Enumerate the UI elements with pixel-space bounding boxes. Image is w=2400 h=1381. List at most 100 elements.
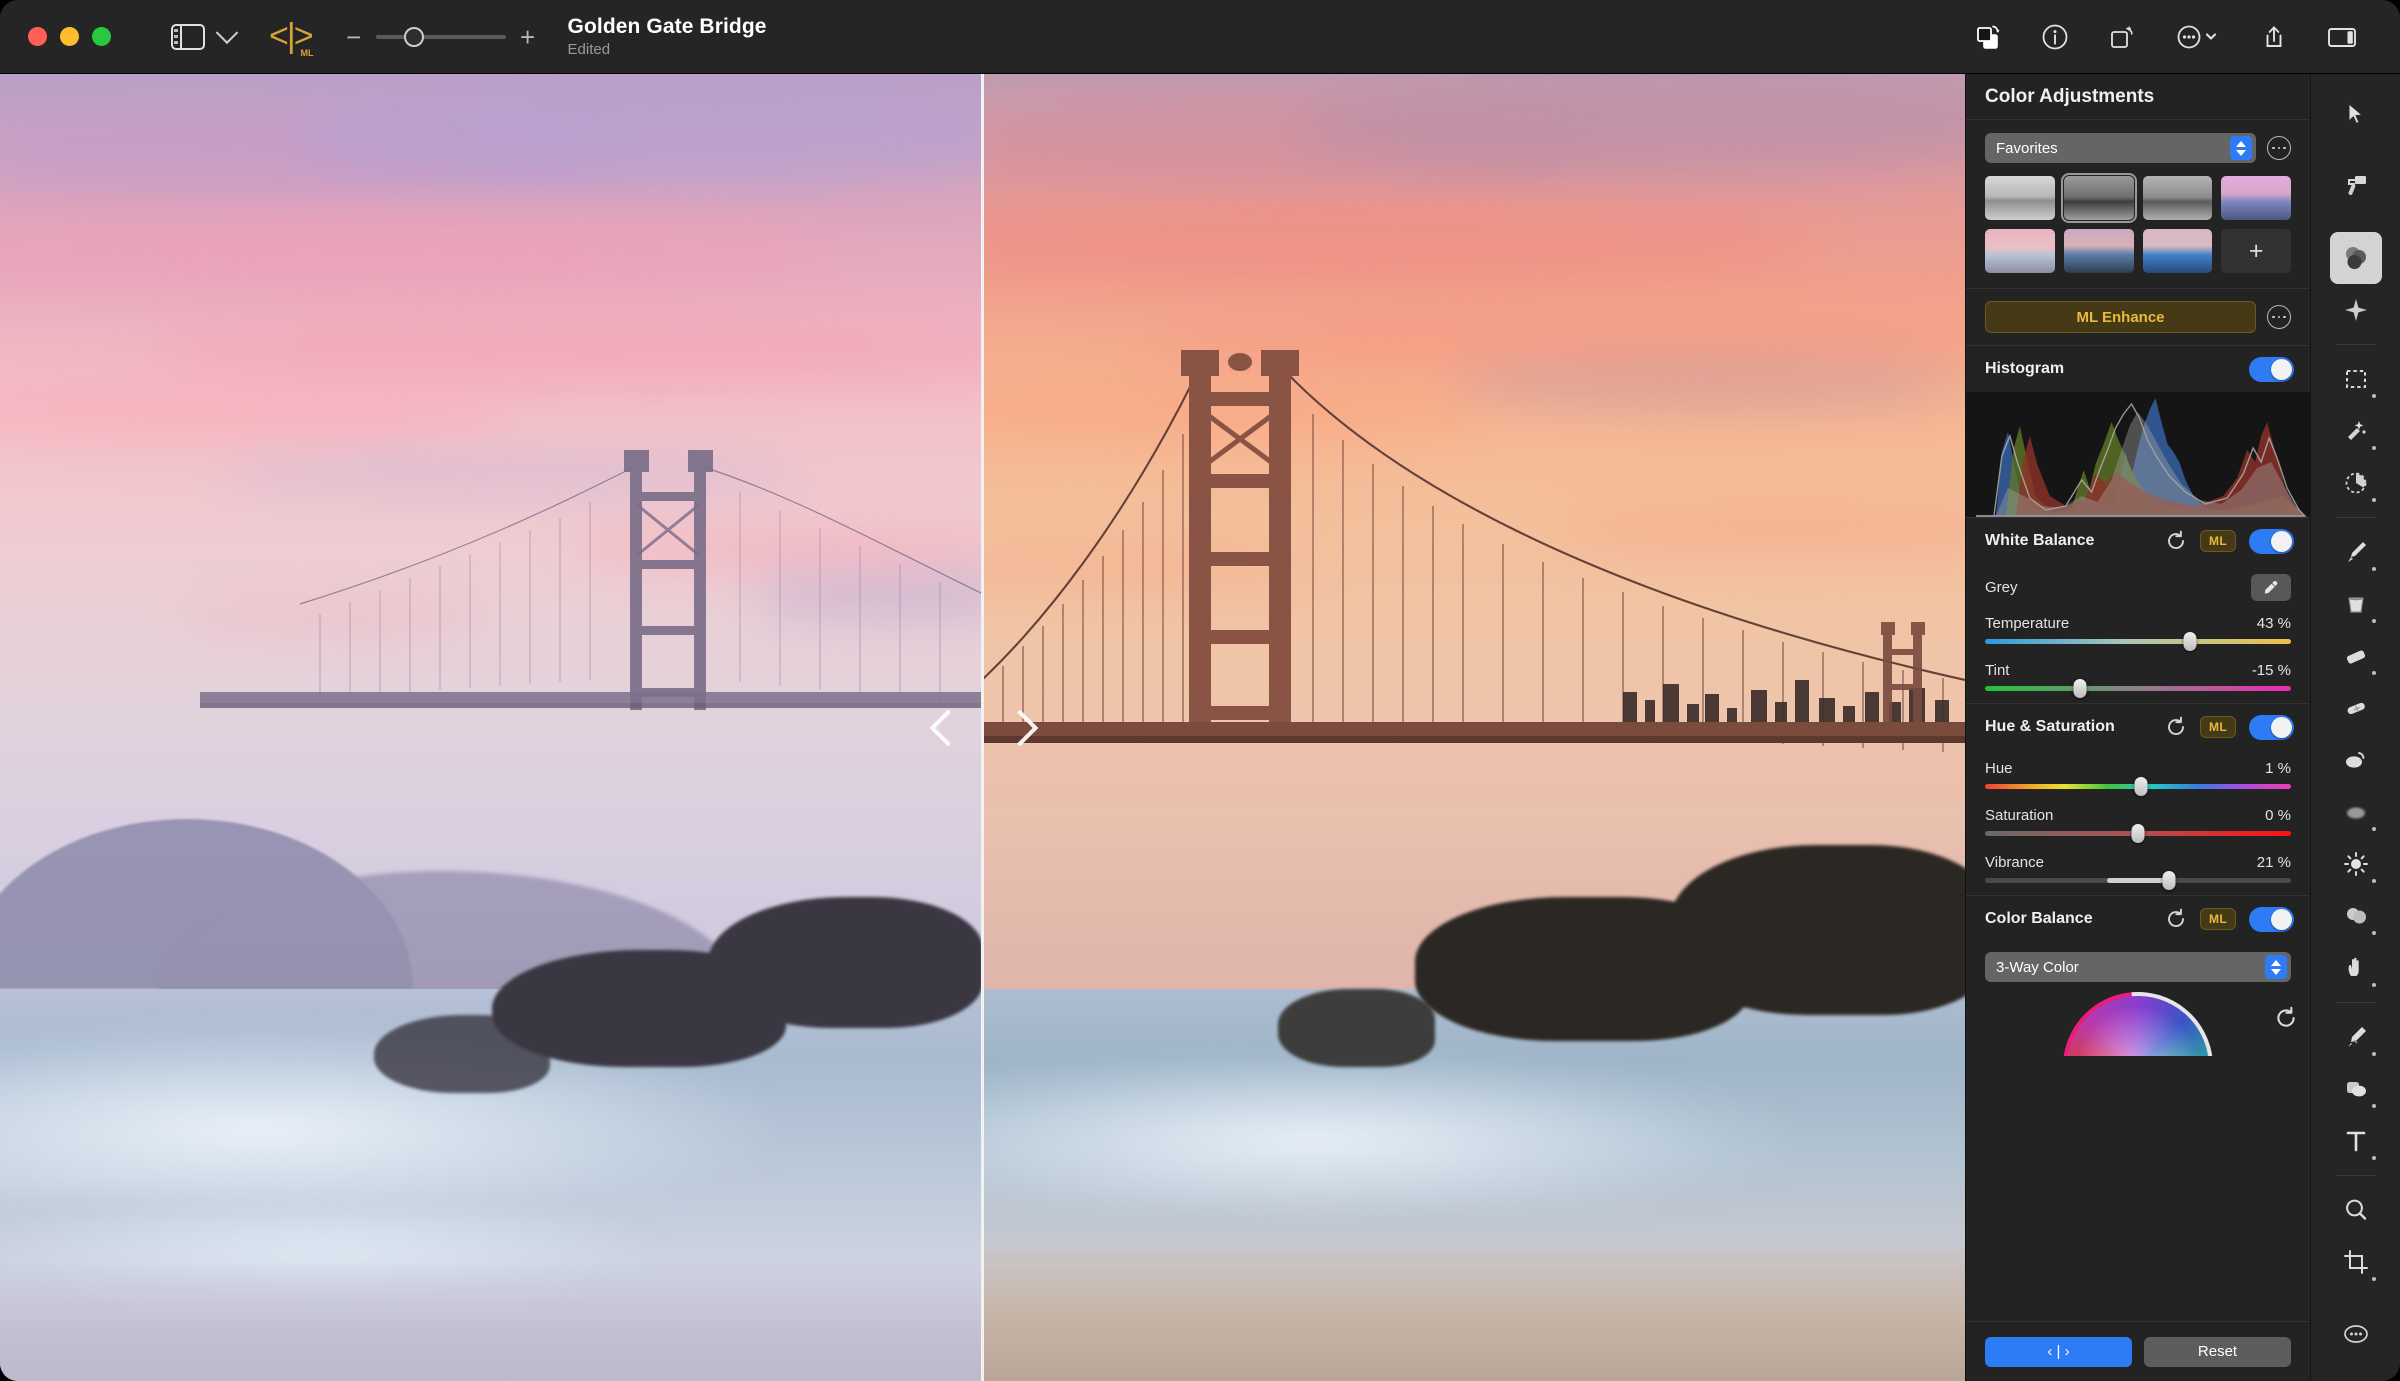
add-preset-button[interactable]: + (2221, 229, 2291, 273)
eyedropper-icon[interactable] (2251, 574, 2291, 601)
paint-bucket-tool[interactable] (2330, 578, 2382, 630)
clone-stamp-tool[interactable] (2330, 734, 2382, 786)
tool-submenu-badge[interactable] (2372, 827, 2376, 831)
chevron-down-icon[interactable] (216, 21, 239, 44)
preset-thumb-4[interactable] (2221, 176, 2291, 220)
tool-submenu-badge[interactable] (2372, 1156, 2376, 1160)
zoom-button[interactable] (92, 27, 111, 46)
magic-wand-tool[interactable] (2330, 457, 2382, 509)
warp-tool[interactable] (2330, 942, 2382, 994)
stepper-icon[interactable] (2230, 136, 2252, 160)
hue-saturation-toggle[interactable] (2249, 715, 2294, 740)
white-balance-toggle[interactable] (2249, 529, 2294, 554)
stepper-icon[interactable] (2265, 955, 2287, 979)
tool-submenu-badge[interactable] (2372, 446, 2376, 450)
white-balance-ml-button[interactable]: ML (2200, 530, 2236, 552)
tool-submenu-badge[interactable] (2372, 671, 2376, 675)
temperature-slider[interactable] (1985, 639, 2291, 644)
tint-slider-knob[interactable] (2073, 679, 2086, 698)
ml-brackets-icon[interactable]: <|>ML (269, 17, 312, 56)
color-balance-reset-icon[interactable] (2165, 908, 2187, 930)
repair-tool[interactable] (2330, 160, 2382, 212)
hue-saturation-ml-button[interactable]: ML (2200, 716, 2236, 738)
tool-submenu-badge[interactable] (2372, 567, 2376, 571)
zoom-out-button[interactable]: − (346, 24, 362, 50)
color-balance-mode-value: 3-Way Color (1996, 959, 2079, 976)
effects-tool[interactable] (2330, 284, 2382, 336)
tool-submenu-badge[interactable] (2372, 1277, 2376, 1281)
share-icon[interactable] (2259, 22, 2289, 52)
compare-button[interactable]: ‹ | › (1985, 1337, 2132, 1367)
close-button[interactable] (28, 27, 47, 46)
tool-submenu-badge[interactable] (2372, 619, 2376, 623)
sidebar-toggle-icon[interactable] (171, 24, 205, 50)
ml-enhance-button[interactable]: ML Enhance (1985, 301, 2256, 333)
arrow-select-tool[interactable] (2330, 88, 2382, 140)
hue-saturation-reset-icon[interactable] (2165, 716, 2187, 738)
vibrance-slider[interactable] (1985, 878, 2291, 883)
preset-thumb-6[interactable] (2064, 229, 2134, 273)
smudge-tool[interactable] (2330, 786, 2382, 838)
info-icon[interactable] (2040, 22, 2070, 52)
lighten-tool[interactable] (2330, 838, 2382, 890)
tool-submenu-badge[interactable] (2372, 931, 2376, 935)
saturation-slider[interactable] (1985, 831, 2291, 836)
zoom-tool[interactable] (2330, 1184, 2382, 1236)
tool-submenu-badge[interactable] (2372, 498, 2376, 502)
tool-submenu-badge[interactable] (2372, 1052, 2376, 1056)
tool-submenu-badge[interactable] (2372, 879, 2376, 883)
quick-selection-tool[interactable] (2330, 405, 2382, 457)
temperature-slider-knob[interactable] (2184, 632, 2197, 651)
tool-submenu-badge[interactable] (2372, 394, 2376, 398)
more-tools-icon[interactable] (2330, 1308, 2382, 1360)
color-adjustments-tool[interactable] (2330, 232, 2382, 284)
rotate-icon[interactable] (2107, 22, 2137, 52)
zoom-slider-knob[interactable] (404, 27, 424, 47)
tint-slider[interactable] (1985, 686, 2291, 691)
color-balance-ml-button[interactable]: ML (2200, 908, 2236, 930)
toggle-inspector-icon[interactable] (2326, 22, 2358, 52)
zoom-slider-control[interactable]: − + (346, 24, 536, 50)
preset-thumb-1[interactable] (1985, 176, 2055, 220)
preset-thumb-2[interactable] (2064, 176, 2134, 220)
canvas-edited-half[interactable] (983, 74, 1965, 1381)
ml-enhance-options-icon[interactable] (2267, 305, 2291, 329)
preset-thumb-3[interactable] (2143, 176, 2213, 220)
vibrance-slider-knob[interactable] (2162, 871, 2175, 890)
tool-submenu-badge[interactable] (2372, 1104, 2376, 1108)
shape-tool[interactable] (2330, 1063, 2382, 1115)
hue-slider-knob[interactable] (2135, 777, 2148, 796)
image-canvas[interactable] (0, 74, 1965, 1381)
preset-category-select[interactable]: Favorites (1985, 133, 2256, 163)
more-options-icon[interactable] (2174, 22, 2222, 52)
compare-versions-icon[interactable] (1973, 22, 2003, 52)
minimize-button[interactable] (60, 27, 79, 46)
pen-tool[interactable] (2330, 1011, 2382, 1063)
rectangle-select-tool[interactable] (2330, 353, 2382, 405)
canvas-original-half[interactable] (0, 74, 983, 1381)
color-balance-mode-select[interactable]: 3-Way Color (1985, 952, 2291, 982)
hue-slider[interactable] (1985, 784, 2291, 789)
zoom-in-button[interactable]: + (520, 24, 536, 50)
preset-options-icon[interactable] (2267, 136, 2291, 160)
type-tool[interactable] (2330, 1115, 2382, 1167)
color-wheel-reset-icon[interactable] (2274, 1006, 2298, 1030)
zoom-slider-track[interactable] (376, 35, 506, 39)
eraser-tool[interactable] (2330, 630, 2382, 682)
color-wheel-arc-right[interactable] (2032, 984, 2243, 1056)
tool-submenu-badge[interactable] (2372, 983, 2376, 987)
page-title: Golden Gate Bridge (568, 15, 767, 39)
white-balance-reset-icon[interactable] (2165, 530, 2187, 552)
paint-brush-tool[interactable] (2330, 526, 2382, 578)
saturation-slider-knob[interactable] (2132, 824, 2145, 843)
preset-thumb-5[interactable] (1985, 229, 2055, 273)
color-balance-toggle[interactable] (2249, 907, 2294, 932)
split-view-divider[interactable] (981, 74, 984, 1381)
repair-brush-tool[interactable] (2330, 682, 2382, 734)
crop-tool[interactable] (2330, 1236, 2382, 1288)
preset-thumb-7[interactable] (2143, 229, 2213, 273)
blur-tool[interactable] (2330, 890, 2382, 942)
histogram-toggle[interactable] (2249, 357, 2294, 382)
color-wheel[interactable] (1966, 984, 2310, 1056)
reset-button[interactable]: Reset (2144, 1337, 2291, 1367)
